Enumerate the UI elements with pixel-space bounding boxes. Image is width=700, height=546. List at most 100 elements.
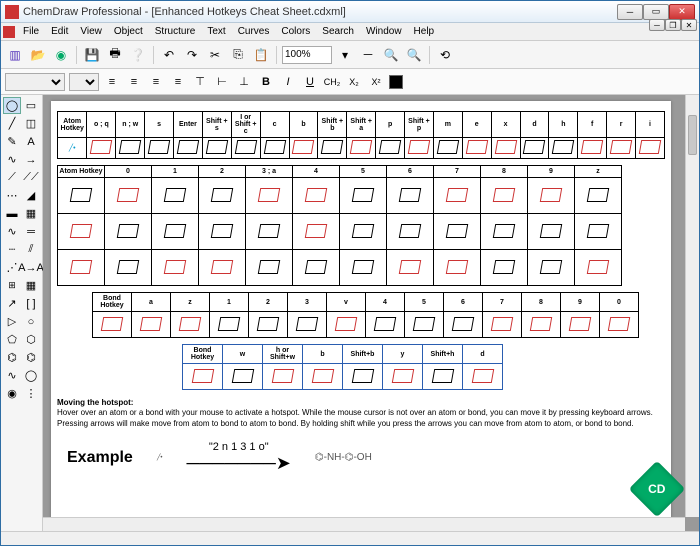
menu-view[interactable]: View <box>74 25 108 38</box>
zoom-dropdown-icon[interactable]: ▾ <box>335 45 355 65</box>
lasso-tool-icon[interactable]: ◯ <box>3 97 21 114</box>
menu-text[interactable]: Text <box>201 25 231 38</box>
table-tool-icon[interactable]: ⊞ <box>3 277 21 294</box>
help-icon[interactable]: ❔ <box>128 45 148 65</box>
hashed-bond-icon[interactable]: ⫽ <box>22 241 40 258</box>
marquee-tool-icon[interactable]: ▭ <box>22 97 40 114</box>
menu-search[interactable]: Search <box>316 25 360 38</box>
text-tool-icon[interactable]: A <box>22 133 40 150</box>
align-right-icon[interactable]: ≡ <box>147 73 165 91</box>
globe-icon[interactable]: ◉ <box>51 45 71 65</box>
save-icon[interactable]: 💾 <box>82 45 102 65</box>
col-head: x <box>491 112 520 138</box>
formula-button[interactable]: CH₂ <box>323 73 341 91</box>
structure-cell <box>293 250 340 286</box>
wavy-bond-icon[interactable]: ∿ <box>3 223 21 240</box>
menu-colors[interactable]: Colors <box>275 25 316 38</box>
arrow-tool-icon[interactable]: → <box>22 151 40 168</box>
print-icon[interactable]: 🖶 <box>105 45 125 65</box>
ring-tool-icon[interactable]: ◯ <box>22 367 40 384</box>
cut-icon[interactable]: ✂ <box>205 45 225 65</box>
color-swatch[interactable] <box>389 75 403 89</box>
scrollbar-thumb[interactable] <box>688 115 697 155</box>
structure-cell <box>343 364 383 390</box>
pen-tool-icon[interactable]: ✎ <box>3 133 21 150</box>
subscript-button[interactable]: X₂ <box>345 73 363 91</box>
align-center-icon[interactable]: ≡ <box>125 73 143 91</box>
pentagon-tool-icon[interactable]: ⬠ <box>3 331 21 348</box>
structure-cell <box>636 138 665 159</box>
align-top-icon[interactable]: ⊤ <box>191 73 209 91</box>
cleanup-icon[interactable]: ⟲ <box>435 45 455 65</box>
double-bond-icon[interactable]: ═ <box>22 223 40 240</box>
underline-button[interactable]: U <box>301 73 319 91</box>
bold-button[interactable]: B <box>257 73 275 91</box>
hexagon-tool-icon[interactable]: ⬡ <box>22 331 40 348</box>
italic-button[interactable]: I <box>279 73 297 91</box>
canvas-area[interactable]: Atom Hotkeyo ; qn ; wsEnterShift + sI or… <box>43 95 699 531</box>
grid-tool-icon[interactable]: ▦ <box>22 277 40 294</box>
size-select[interactable] <box>69 73 99 91</box>
col-head: c <box>260 112 289 138</box>
menu-help[interactable]: Help <box>408 25 441 38</box>
chain2-tool-icon[interactable]: ∿ <box>3 367 21 384</box>
zoom-reset-icon[interactable]: 🔍 <box>381 45 401 65</box>
close-button[interactable]: ✕ <box>669 4 695 20</box>
benzene-tool-icon[interactable]: ⌬ <box>3 349 21 366</box>
benzene2-tool-icon[interactable]: ⌬ <box>22 349 40 366</box>
menu-window[interactable]: Window <box>360 25 408 38</box>
bond-tool-icon[interactable]: ⟋ <box>3 169 21 186</box>
font-select[interactable] <box>5 73 65 91</box>
play-tool-icon[interactable]: ▷ <box>3 313 21 330</box>
curve-tool-icon[interactable]: ∿ <box>3 151 21 168</box>
structure-cell <box>340 214 387 250</box>
menu-curves[interactable]: Curves <box>232 25 276 38</box>
template-tool-icon[interactable]: ◉ <box>3 385 21 402</box>
align-middle-icon[interactable]: ⊢ <box>213 73 231 91</box>
superscript-button[interactable]: X² <box>367 73 385 91</box>
align-justify-icon[interactable]: ≡ <box>169 73 187 91</box>
vertical-scrollbar[interactable] <box>685 95 699 517</box>
chain-tool-icon[interactable]: ⟋⟋ <box>22 169 40 186</box>
maximize-button[interactable]: ▭ <box>643 4 669 20</box>
doc-close-button[interactable]: ✕ <box>681 19 697 31</box>
menu-structure[interactable]: Structure <box>149 25 202 38</box>
hash-bond-icon[interactable]: ▦ <box>22 205 40 222</box>
structure-cell <box>246 178 293 214</box>
bracket-tool-icon[interactable]: [ ] <box>22 295 40 312</box>
paste-icon[interactable]: 📋 <box>251 45 271 65</box>
col-head: h <box>549 112 578 138</box>
structure-cell <box>318 138 347 159</box>
horizontal-scrollbar[interactable] <box>43 517 685 531</box>
atom-label-icon[interactable]: A→A <box>22 259 40 276</box>
wedge-tool-icon[interactable]: ◢ <box>22 187 40 204</box>
open-icon[interactable]: 📂 <box>28 45 48 65</box>
new-doc-icon[interactable]: ▥ <box>5 45 25 65</box>
dotted-tool-icon[interactable]: ⋯ <box>3 187 21 204</box>
doc-minimize-button[interactable]: ─ <box>649 19 665 31</box>
circle-tool-icon[interactable]: ○ <box>22 313 40 330</box>
undo-icon[interactable]: ↶ <box>159 45 179 65</box>
zoom-input[interactable] <box>282 46 332 64</box>
eraser-tool-icon[interactable]: ◫ <box>22 115 40 132</box>
menu-edit[interactable]: Edit <box>45 25 74 38</box>
doc-restore-button[interactable]: ❐ <box>665 19 681 31</box>
solid-bond-icon[interactable]: ▬ <box>3 205 21 222</box>
dashed-bond-icon[interactable]: ┄ <box>3 241 21 258</box>
redo-icon[interactable]: ↷ <box>182 45 202 65</box>
bond-hotkey-table-2: Bond Hotkeywh or Shift+wbShift+byShift+h… <box>182 344 503 390</box>
minimize-button[interactable]: ─ <box>617 4 643 20</box>
align-left-icon[interactable]: ≡ <box>103 73 121 91</box>
col-head: w <box>223 345 263 364</box>
copy-icon[interactable]: ⎘ <box>228 45 248 65</box>
zoom-out-icon[interactable]: － <box>358 45 378 65</box>
more-tool-icon[interactable]: ⋮ <box>22 385 40 402</box>
structure-cell <box>444 312 483 338</box>
menu-file[interactable]: File <box>17 25 45 38</box>
zoom-in-icon[interactable]: 🔍 <box>404 45 424 65</box>
align-bottom-icon[interactable]: ⊥ <box>235 73 253 91</box>
arrow2-tool-icon[interactable]: ↗ <box>3 295 21 312</box>
app-icon <box>5 5 19 19</box>
menu-object[interactable]: Object <box>108 25 149 38</box>
line-tool-icon[interactable]: ╱ <box>3 115 21 132</box>
